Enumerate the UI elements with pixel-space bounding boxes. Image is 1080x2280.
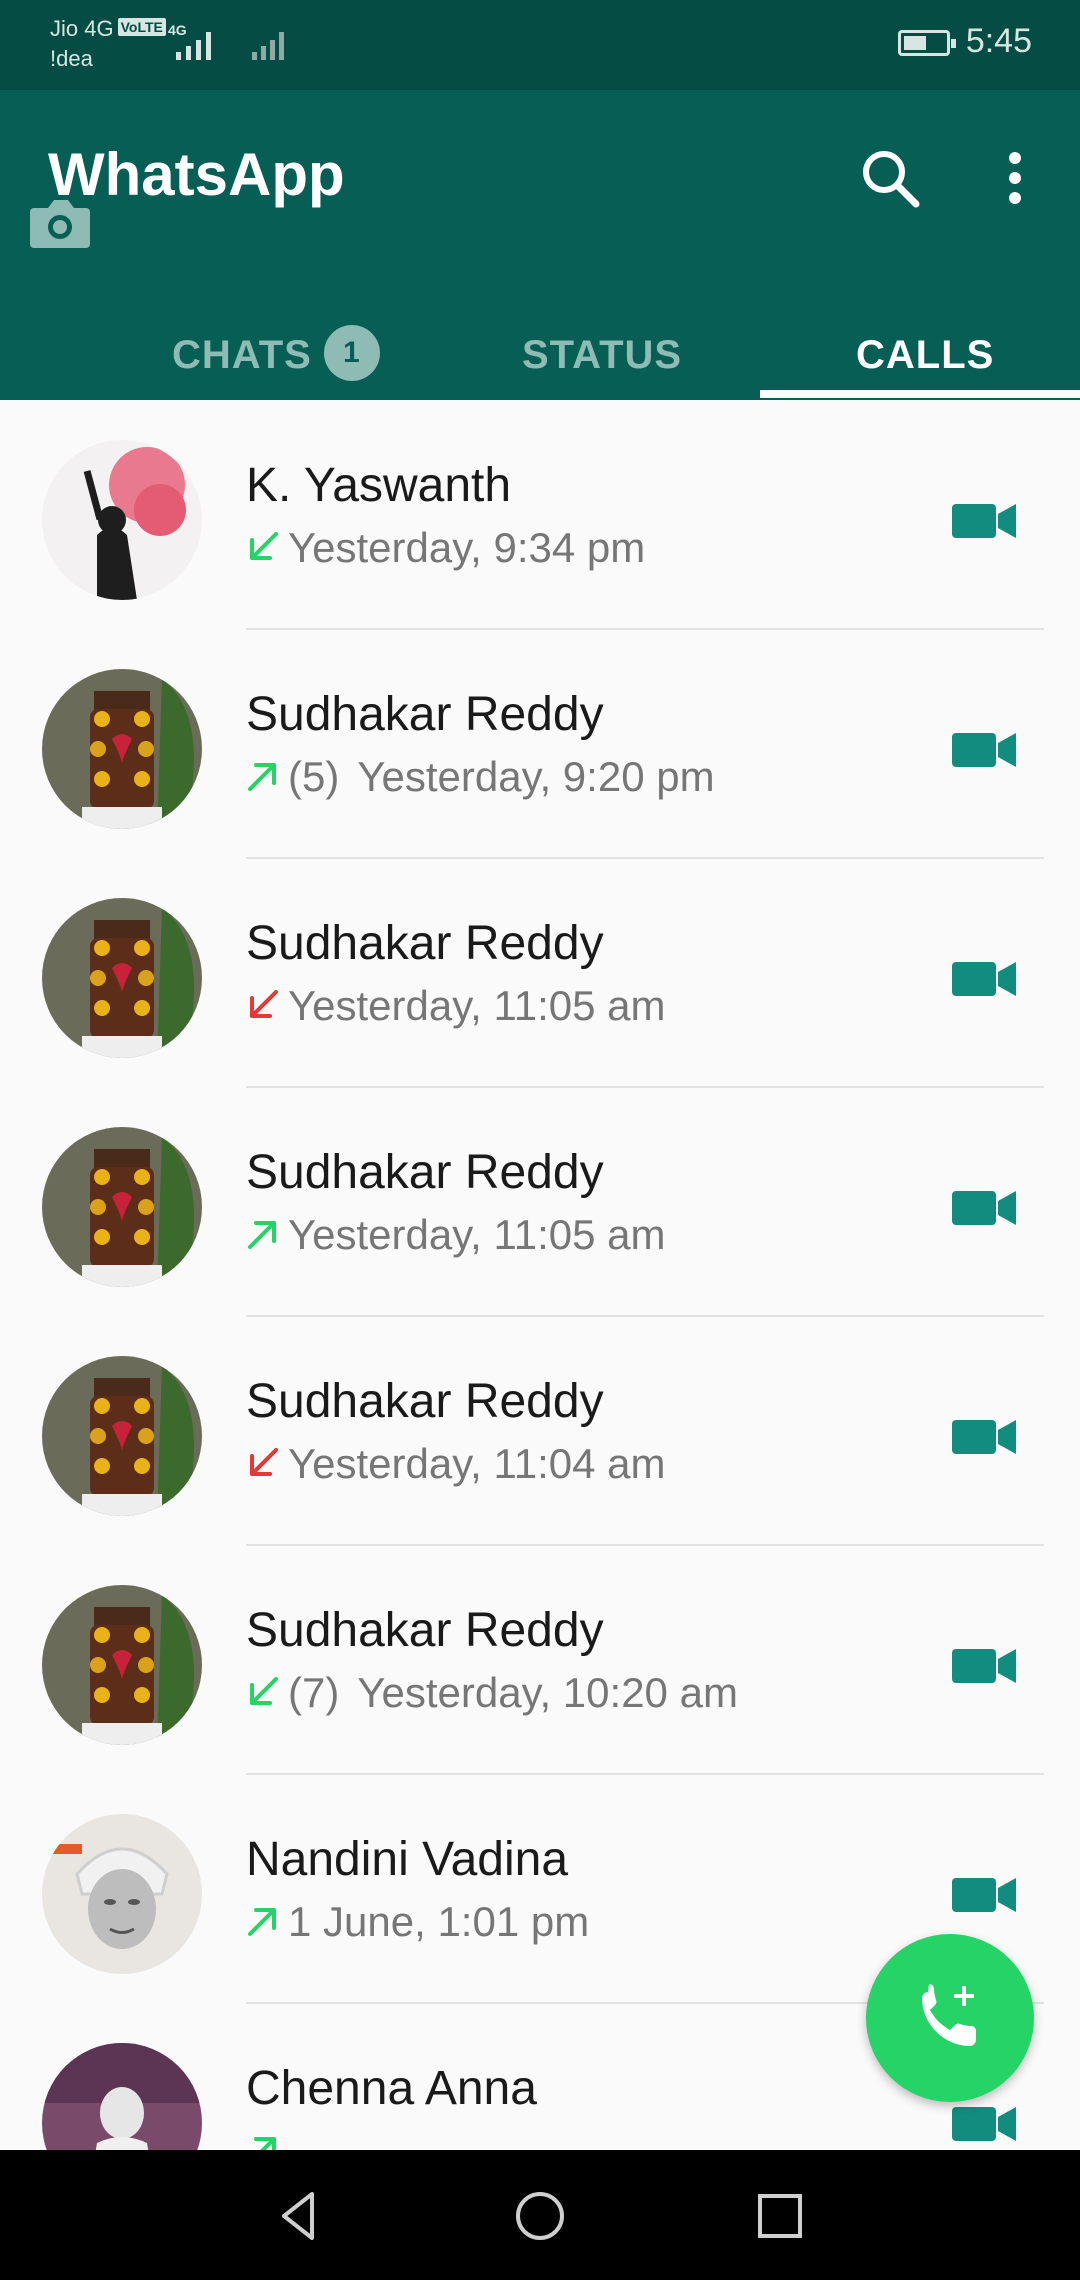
video-call-icon[interactable] (950, 1412, 1018, 1460)
contact-name: Sudhakar Reddy (246, 917, 604, 970)
contact-avatar[interactable] (42, 1127, 202, 1287)
contact-avatar[interactable] (42, 898, 202, 1058)
tab-bar: CHATS 1 STATUS CALLS (0, 290, 1080, 400)
contact-name: Sudhakar Reddy (246, 688, 604, 741)
call-meta: Yesterday, 9:34 pm (246, 524, 645, 572)
tab-chats-label: CHATS (172, 333, 312, 377)
call-meta: Yesterday, 11:04 am (246, 1440, 665, 1488)
call-meta: 1 June, 1:01 pm (246, 1898, 589, 1946)
call-row[interactable]: Sudhakar Reddy (7) Yesterday, 10:20 am (0, 1545, 1080, 1775)
call-meta: Yesterday, 11:05 am (246, 982, 665, 1030)
recents-icon[interactable] (752, 2188, 808, 2244)
video-call-icon[interactable] (950, 2099, 1018, 2147)
carrier-info: Jio 4G VoLTE !dea (50, 14, 166, 74)
unread-badge: 1 (323, 325, 380, 382)
call-time: Yesterday, 9:20 pm (357, 753, 715, 800)
contact-avatar[interactable] (42, 1356, 202, 1516)
tab-calls[interactable]: CALLS (856, 290, 994, 400)
call-list: K. Yaswanth Yesterday, 9:34 pm Sudhakar Re… (0, 400, 1080, 2150)
video-call-icon[interactable] (950, 496, 1018, 544)
contact-avatar[interactable] (42, 2043, 202, 2150)
call-row[interactable]: K. Yaswanth Yesterday, 9:34 pm (0, 400, 1080, 630)
call-count: (7) (288, 1669, 340, 1716)
contact-name: Nandini Vadina (246, 1833, 569, 1886)
search-icon[interactable] (858, 146, 922, 210)
call-time: Yesterday, 11:04 am (288, 1440, 666, 1487)
video-call-icon[interactable] (950, 1641, 1018, 1689)
contact-name: Chenna Anna (246, 2062, 537, 2115)
tab-chats[interactable]: CHATS 1 (172, 290, 380, 400)
outgoing-call-arrow-icon (248, 1220, 276, 1249)
signal-icon (176, 32, 211, 60)
missed-call-arrow-icon (250, 1447, 278, 1476)
add-call-icon (922, 1984, 976, 2046)
incoming-call-arrow-icon (250, 531, 278, 560)
new-call-button[interactable] (866, 1934, 1034, 2102)
contact-name: K. Yaswanth (246, 459, 512, 512)
call-time: Yesterday, 11:05 am (288, 982, 666, 1029)
contact-name: Sudhakar Reddy (246, 1604, 604, 1657)
call-row[interactable]: Sudhakar Reddy Yesterday, 11:05 am (0, 858, 1080, 1088)
app-title: WhatsApp (48, 141, 345, 208)
contact-avatar[interactable] (42, 1814, 202, 1974)
call-count: (5) (288, 753, 340, 800)
contact-avatar[interactable] (42, 669, 202, 829)
contact-name: Sudhakar Reddy (246, 1146, 604, 1199)
carrier-2: !dea (50, 46, 93, 71)
video-call-icon[interactable] (950, 954, 1018, 1002)
home-icon[interactable] (512, 2188, 568, 2244)
contact-name: Sudhakar Reddy (246, 1375, 604, 1428)
call-row[interactable]: Sudhakar Reddy Yesterday, 11:05 am (0, 1087, 1080, 1317)
call-time: 1 June, 1:01 pm (288, 1898, 590, 1945)
call-meta: Yesterday, 11:05 am (246, 1211, 665, 1259)
outgoing-call-arrow-icon (254, 2136, 276, 2150)
volte-badge: VoLTE (117, 18, 166, 36)
battery-icon (898, 30, 956, 56)
signal-2-icon (252, 32, 284, 60)
call-row[interactable]: Sudhakar Reddy (5) Yesterday, 9:20 pm (0, 629, 1080, 859)
app-header: WhatsApp CHATS 1 STATUS CALLS (0, 90, 1080, 400)
call-time: Yesterday, 11:05 am (288, 1211, 666, 1258)
status-bar: Jio 4G VoLTE !dea 4G 5:45 (0, 0, 1080, 90)
video-call-icon[interactable] (950, 725, 1018, 773)
more-options-icon[interactable] (1000, 146, 1030, 210)
tab-status[interactable]: STATUS (522, 290, 682, 400)
call-time: Yesterday, 9:34 pm (288, 524, 646, 571)
back-icon[interactable] (272, 2188, 328, 2244)
video-call-icon[interactable] (950, 1183, 1018, 1231)
call-meta (246, 2127, 288, 2150)
call-meta: (5) Yesterday, 9:20 pm (246, 753, 715, 801)
contact-avatar[interactable] (42, 440, 202, 600)
clock: 5:45 (965, 22, 1032, 60)
call-row[interactable]: Sudhakar Reddy Yesterday, 11:04 am (0, 1316, 1080, 1546)
outgoing-call-arrow-icon (248, 762, 276, 791)
active-tab-indicator (760, 390, 1080, 398)
missed-call-arrow-icon (250, 989, 278, 1018)
system-nav-bar (0, 2150, 1080, 2280)
call-meta: (7) Yesterday, 10:20 am (246, 1669, 738, 1717)
camera-icon[interactable] (28, 190, 92, 254)
video-call-icon[interactable] (950, 1870, 1018, 1918)
contact-avatar[interactable] (42, 1585, 202, 1745)
call-time: Yesterday, 10:20 am (357, 1669, 738, 1716)
outgoing-call-arrow-icon (248, 1907, 276, 1936)
carrier-1: Jio 4G (50, 16, 114, 41)
incoming-call-arrow-icon (250, 1676, 278, 1705)
